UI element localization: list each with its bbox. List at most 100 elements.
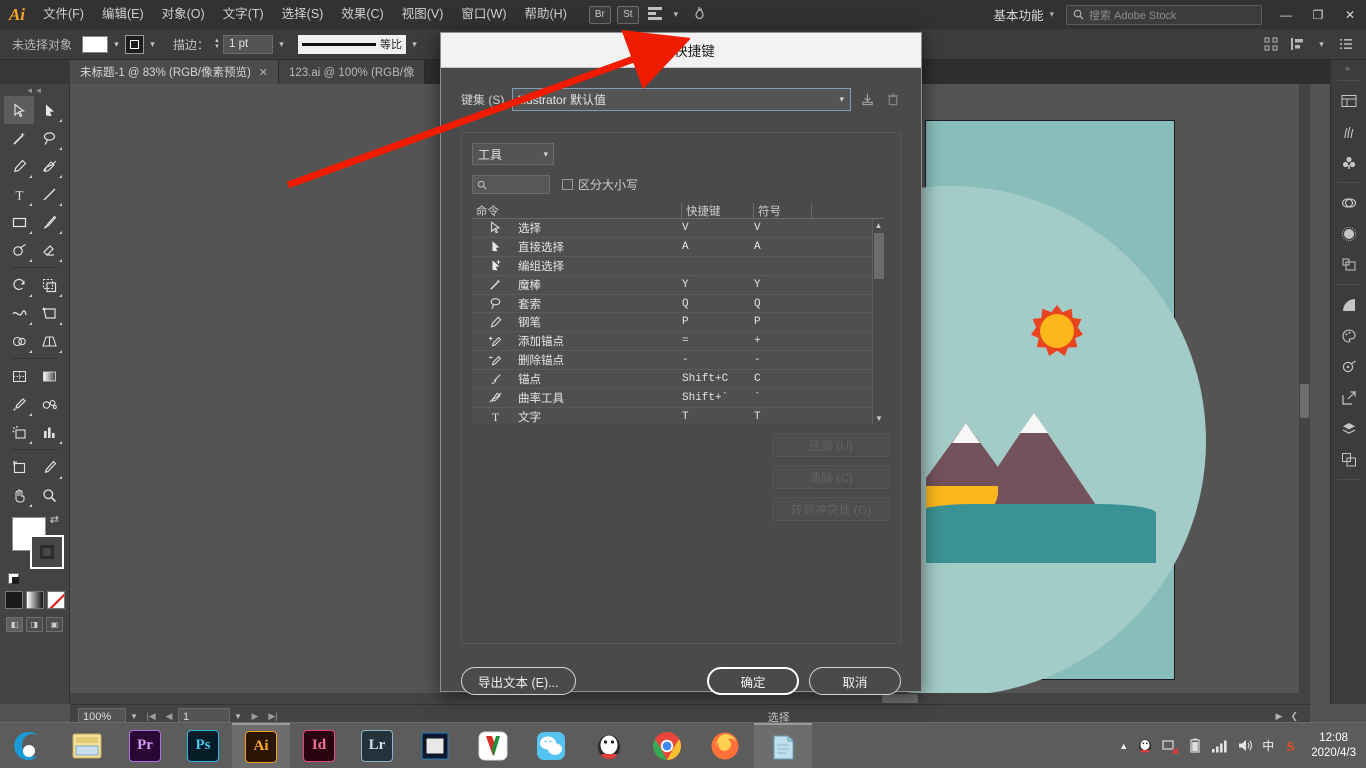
artboard[interactable] <box>925 120 1175 680</box>
cancel-button[interactable]: 取消 <box>809 667 901 695</box>
table-row[interactable]: 锚点Shift+CC <box>472 370 884 389</box>
scroll-up-icon[interactable]: ▲ <box>873 219 884 231</box>
category-select[interactable]: 工具 ▾ <box>472 143 554 165</box>
fill-dropdown-icon[interactable]: ▾ <box>108 34 125 54</box>
menu-help[interactable]: 帮助(H) <box>516 0 576 29</box>
none-button[interactable] <box>47 591 65 609</box>
column-header-extra[interactable] <box>812 203 872 219</box>
taskbar-notepad-doc[interactable] <box>754 723 812 768</box>
column-header-shortcut[interactable]: 快捷键 <box>682 203 754 219</box>
tray-battery-icon[interactable] <box>1188 738 1202 754</box>
scrollbar-thumb[interactable] <box>874 233 884 279</box>
panel-color-guide-icon[interactable] <box>1331 351 1366 382</box>
panel-gradient-icon[interactable] <box>1331 289 1366 320</box>
taskbar-photoshop[interactable]: Ps <box>174 723 232 768</box>
fill-color-swatch[interactable] <box>82 36 108 53</box>
stroke-weight-dropdown-icon[interactable]: ▾ <box>273 34 290 54</box>
panel-export-icon[interactable] <box>1331 382 1366 413</box>
table-row[interactable]: 直接选择AA <box>472 238 884 257</box>
taskbar-chrome[interactable] <box>638 723 696 768</box>
tool-pen[interactable] <box>4 152 34 180</box>
column-header-symbol[interactable]: 符号 <box>754 203 812 219</box>
taskbar-browser-360[interactable] <box>0 723 58 768</box>
default-colors-icon[interactable] <box>8 573 19 584</box>
tray-volume-icon[interactable] <box>1237 738 1253 753</box>
case-sensitive-checkbox[interactable]: 区分大小写 <box>562 176 638 193</box>
stock-icon[interactable]: St <box>617 6 639 24</box>
tool-hand[interactable] <box>4 481 34 509</box>
table-row[interactable]: 删除锚点-- <box>472 351 884 370</box>
panel-symbols-icon[interactable] <box>1331 147 1366 178</box>
tools-panel-grip[interactable]: ◄◄ <box>0 84 69 96</box>
tool-paintbrush[interactable] <box>34 208 64 236</box>
menu-view[interactable]: 视图(V) <box>393 0 453 29</box>
status-back-icon[interactable]: ❮ <box>1290 711 1298 722</box>
taskbar-wechat[interactable] <box>522 723 580 768</box>
align-dropdown-icon[interactable]: ▾ <box>1313 34 1330 54</box>
taskbar-wps-office[interactable] <box>464 723 522 768</box>
document-tab-untitled[interactable]: 未标题-1 @ 83% (RGB/像素预览) ✕ <box>70 60 279 84</box>
tool-perspective-grid[interactable] <box>34 327 64 355</box>
gradient-button[interactable] <box>26 591 44 609</box>
delete-keyset-icon[interactable] <box>884 90 901 110</box>
table-body[interactable]: 选择VV直接选择AA编组选择魔棒YY套索QQ钢笔PP添加锚点=+删除锚点--锚点… <box>472 219 884 424</box>
table-row[interactable]: 添加锚点=+ <box>472 332 884 351</box>
taskbar-illustrator[interactable]: Ai <box>232 723 290 768</box>
taskbar-lightroom[interactable]: Lr <box>348 723 406 768</box>
stroke-weight-stepper[interactable]: ▲▼ <box>214 39 220 50</box>
swap-fill-stroke-icon[interactable]: ⇄ <box>50 513 59 526</box>
close-icon[interactable]: ✕ <box>259 66 268 79</box>
taskbar-qq[interactable] <box>580 723 638 768</box>
panel-brushes-icon[interactable] <box>1331 116 1366 147</box>
keyset-select[interactable]: Illustrator 默认值 ▾ <box>512 88 851 111</box>
drawing-mode-inside-icon[interactable]: ▣ <box>46 617 63 632</box>
first-artboard-button[interactable]: |◀ <box>142 711 160 722</box>
tool-free-transform[interactable] <box>34 299 64 327</box>
artboard-dropdown-icon[interactable]: ▾ <box>230 711 246 722</box>
tool-artboard[interactable] <box>4 453 34 481</box>
arrange-caret-icon[interactable]: ▾ <box>668 0 684 29</box>
tool-mesh[interactable] <box>4 362 34 390</box>
tool-zoom[interactable] <box>34 481 64 509</box>
tool-eraser[interactable] <box>34 236 64 264</box>
menu-file[interactable]: 文件(F) <box>34 0 93 29</box>
stock-search-input[interactable]: 搜索 Adobe Stock <box>1066 5 1262 25</box>
tool-column-graph[interactable] <box>34 418 64 446</box>
export-text-button[interactable]: 导出文本 (E)... <box>461 667 576 695</box>
shortcut-search-input[interactable] <box>472 175 550 194</box>
tool-curvature[interactable] <box>34 152 64 180</box>
panel-properties-icon[interactable] <box>1331 85 1366 116</box>
workspace-switcher[interactable]: 基本功能 ▾ <box>987 3 1060 26</box>
tool-rotate[interactable] <box>4 271 34 299</box>
next-artboard-button[interactable]: ▶ <box>246 711 264 722</box>
panel-appearance-icon[interactable] <box>1331 187 1366 218</box>
table-row[interactable]: 钢笔PP <box>472 313 884 332</box>
stroke-swatch[interactable] <box>30 535 64 569</box>
tray-ime-label[interactable]: 中 <box>1262 737 1274 754</box>
tool-symbol-sprayer[interactable] <box>4 418 34 446</box>
tool-blend[interactable] <box>34 390 64 418</box>
arrange-documents-icon[interactable] <box>642 6 668 24</box>
panel-layers-icon[interactable] <box>1331 413 1366 444</box>
tool-line-segment[interactable] <box>34 180 64 208</box>
scrollbar-thumb[interactable] <box>1300 384 1309 418</box>
dock-expand-icon[interactable]: » <box>1331 60 1366 76</box>
tray-signal-icon[interactable] <box>1211 739 1228 753</box>
table-row[interactable]: 曲率工具Shift+`` <box>472 389 884 408</box>
menu-window[interactable]: 窗口(W) <box>452 0 515 29</box>
stroke-weight-field[interactable]: 1 pt <box>223 35 273 54</box>
window-restore-button[interactable]: ❐ <box>1302 0 1334 29</box>
bridge-icon[interactable]: Br <box>589 6 611 24</box>
menu-edit[interactable]: 编辑(E) <box>93 0 153 29</box>
panel-color-icon[interactable] <box>1331 320 1366 351</box>
menu-effect[interactable]: 效果(C) <box>332 0 392 29</box>
table-scrollbar[interactable]: ▲ ▼ <box>872 219 884 424</box>
last-artboard-button[interactable]: ▶| <box>264 711 282 722</box>
tool-type[interactable]: T <box>4 180 34 208</box>
document-setup-icon[interactable] <box>1336 34 1356 54</box>
save-keyset-icon[interactable] <box>859 90 876 110</box>
tool-width[interactable] <box>4 299 34 327</box>
menu-select[interactable]: 选择(S) <box>273 0 333 29</box>
panel-transform-icon[interactable] <box>1331 249 1366 280</box>
tray-network-error-icon[interactable] <box>1162 738 1179 754</box>
